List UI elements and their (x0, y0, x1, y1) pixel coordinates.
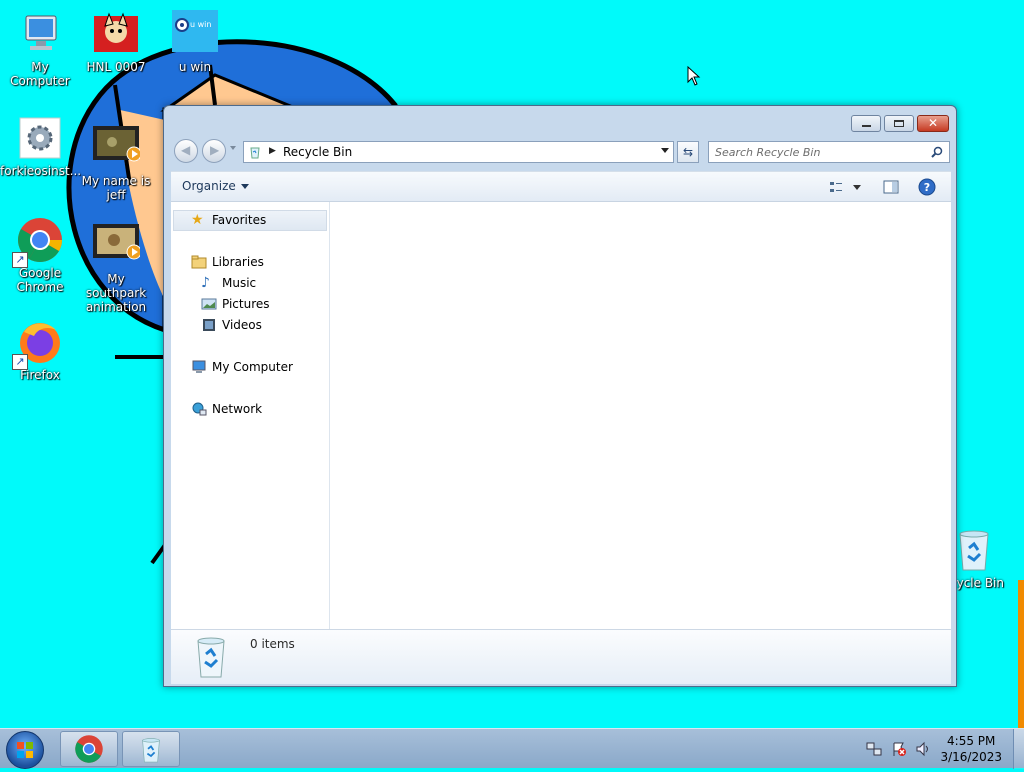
recycle-bin-icon (142, 738, 160, 763)
maximize-icon (894, 120, 904, 127)
address-bar[interactable]: ▶ Recycle Bin (243, 141, 674, 163)
desktop-icon-my-southpark-animation[interactable]: My southpark animation (76, 222, 156, 314)
recycle-bin-icon (954, 526, 1002, 574)
clock-time: 4:55 PM (947, 734, 996, 748)
forward-button[interactable]: ▶ (202, 139, 226, 163)
nav-label: Videos (222, 318, 262, 332)
network-icon (192, 402, 207, 416)
organize-label: Organize (182, 179, 236, 193)
forward-arrow-icon: ▶ (210, 143, 220, 157)
desktop-icon-label: Firefox (20, 368, 60, 382)
mouse-cursor-icon (687, 66, 701, 86)
command-bar: Organize ? (171, 171, 951, 202)
navigation-pane: ★ Favorites Libraries ♪ Music Pictures V… (171, 202, 330, 629)
desktop-icon-label: cycle Bin (950, 576, 1004, 590)
clock-date: 3/16/2023 (940, 750, 1002, 764)
item-count: 0 items (250, 637, 295, 651)
breadcrumb-arrow-icon[interactable]: ▶ (269, 146, 276, 156)
star-icon: ★ (191, 212, 204, 228)
start-button[interactable] (6, 731, 44, 769)
settings-gear-icon (16, 114, 64, 162)
shortcut-arrow-icon: ↗ (12, 252, 28, 268)
network-tray-icon[interactable] (866, 741, 882, 757)
nav-label: Pictures (222, 297, 270, 311)
chrome-icon (75, 735, 103, 763)
desktop-icon-my-computer[interactable]: My Computer (0, 10, 80, 88)
computer-icon (16, 10, 64, 58)
pictures-icon (201, 298, 217, 310)
windows-logo-icon (17, 742, 33, 758)
refresh-icon: ⇆ (682, 145, 694, 159)
search-input[interactable] (715, 144, 925, 160)
desktop-icon-label: My name is jeff (81, 174, 151, 202)
desktop-icon-label: Google Chrome (16, 266, 64, 294)
desktop-icon-label: My Computer (10, 60, 70, 88)
firefox-icon: ↗ (12, 318, 64, 370)
minimize-button[interactable] (851, 115, 881, 132)
preview-pane-icon[interactable] (882, 178, 900, 196)
desktop-icon-label: HNL 0007 (86, 60, 146, 74)
chrome-icon: ↗ (12, 216, 64, 268)
minimize-icon (862, 125, 871, 127)
clock[interactable]: 4:55 PM 3/16/2023 (940, 733, 1002, 765)
change-view-icon[interactable] (828, 178, 846, 196)
explorer-window: ✕ ◀ ▶ ▶ Recycle Bin ⇆ Organize ? ★ Favor… (163, 105, 957, 687)
computer-icon (192, 360, 206, 373)
music-note-icon: ♪ (201, 275, 210, 291)
nav-label: Music (222, 276, 257, 290)
help-icon[interactable]: ? (918, 178, 936, 196)
show-desktop-button[interactable] (1013, 729, 1024, 769)
close-button[interactable]: ✕ (917, 115, 949, 132)
recycle-bin-icon (250, 147, 260, 159)
nav-label: Libraries (212, 255, 264, 269)
video-file-icon (92, 222, 142, 270)
u-win-icon: u win (172, 10, 218, 52)
taskbar: 4:55 PM 3/16/2023 (0, 728, 1024, 769)
desktop-icon-label: u win (178, 60, 212, 74)
desktop-icon-google-chrome[interactable]: ↗ Google Chrome (0, 216, 80, 294)
image-thumbnail-icon (92, 10, 140, 58)
action-center-flag-icon[interactable] (891, 741, 907, 757)
video-file-icon (92, 124, 142, 172)
file-list-area[interactable] (330, 202, 951, 629)
search-box[interactable] (708, 141, 950, 163)
recycle-bin-icon (197, 637, 225, 678)
taskbar-app-recycle-bin[interactable] (122, 731, 180, 767)
back-button[interactable]: ◀ (174, 139, 198, 163)
close-icon: ✕ (927, 116, 939, 130)
desktop-icon-firefox[interactable]: ↗ Firefox (0, 318, 80, 382)
desktop-icon-hnl-0007[interactable]: HNL 0007 (76, 10, 156, 74)
taskbar-app-chrome[interactable] (60, 731, 118, 767)
desktop-icon-u-win[interactable]: u win u win (155, 10, 235, 74)
nav-label: My Computer (212, 360, 293, 374)
back-arrow-icon: ◀ (181, 143, 191, 157)
shortcut-arrow-icon: ↗ (12, 354, 28, 370)
recent-pages-chevron-icon[interactable] (230, 146, 236, 150)
details-pane: 0 items (171, 629, 951, 684)
desktop-icon-label: My southpark animation (85, 272, 147, 314)
search-icon[interactable] (931, 146, 943, 158)
svg-text:?: ? (924, 181, 930, 194)
refresh-button[interactable]: ⇆ (677, 141, 699, 163)
libraries-icon (191, 255, 207, 269)
maximize-button[interactable] (884, 115, 914, 132)
breadcrumb-recycle-bin[interactable]: Recycle Bin (283, 145, 352, 159)
volume-icon[interactable] (915, 741, 931, 757)
address-dropdown-icon[interactable] (661, 148, 669, 153)
desktop-icon-recycle-bin[interactable]: cycle Bin (950, 526, 1014, 590)
nav-label: Network (212, 402, 263, 416)
desktop-icon-my-name-is-jeff[interactable]: My name is jeff (76, 124, 156, 202)
u-win-icon-text: u win (190, 20, 212, 29)
view-options-chevron-icon[interactable] (853, 185, 861, 190)
organize-button[interactable]: Organize (182, 179, 249, 193)
chevron-down-icon (240, 184, 249, 189)
nav-label: Favorites (212, 213, 267, 227)
desktop-icon-forkieosinst[interactable]: forkieosinst... (0, 114, 82, 178)
videos-icon (203, 319, 215, 331)
desktop-icon-label: forkieosinst... (0, 164, 82, 178)
